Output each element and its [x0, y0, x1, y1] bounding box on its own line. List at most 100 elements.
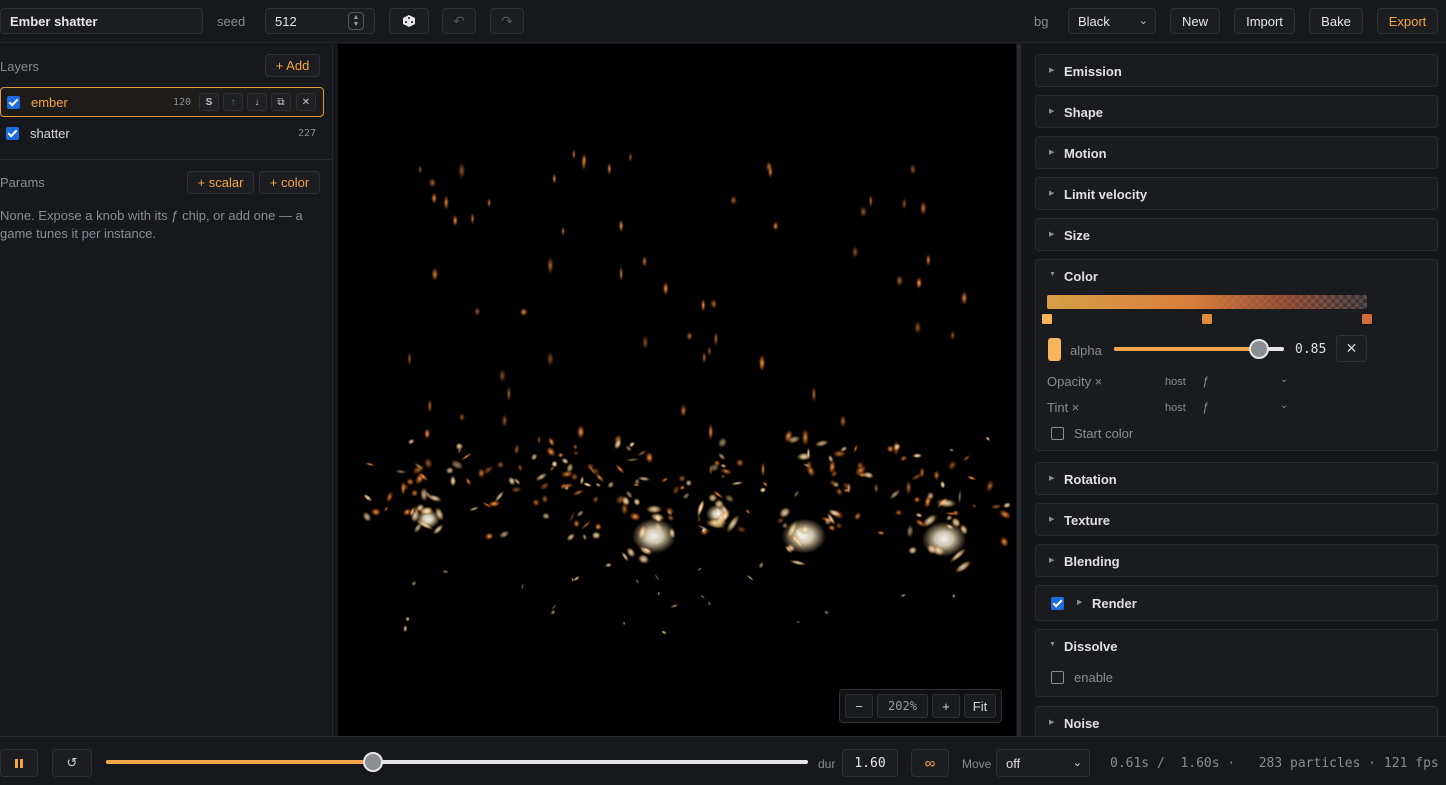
zoom-in-button[interactable]: +	[932, 694, 960, 718]
restart-button[interactable]: ↺	[52, 749, 92, 777]
module-label[interactable]: Color	[1064, 269, 1098, 284]
module-render[interactable]: ▶ Render	[1035, 585, 1438, 621]
loop-toggle[interactable]: ∞	[911, 749, 949, 777]
function-icon[interactable]: ƒ	[1202, 374, 1209, 388]
particle	[760, 461, 766, 478]
zoom-out-button[interactable]: −	[845, 694, 873, 718]
seed-stepper-icon[interactable]: ▲ ▼	[348, 12, 364, 30]
particle	[619, 265, 624, 282]
layer-row-ember[interactable]: ember 120 S ↑ ↓ ⧉ ✕	[0, 87, 324, 117]
solo-layer-button[interactable]: S	[199, 93, 219, 111]
module-label[interactable]: Dissolve	[1064, 639, 1117, 654]
pause-button[interactable]	[0, 749, 38, 777]
layer-visible-checkbox[interactable]	[6, 127, 19, 140]
module-rotation[interactable]: ▶ Rotation	[1035, 462, 1438, 495]
particle	[535, 472, 548, 482]
caret-down-icon[interactable]: ▼	[1049, 641, 1056, 648]
dissolve-enable-checkbox[interactable]	[1051, 671, 1064, 684]
particle	[868, 194, 873, 208]
stop-color-swatch[interactable]	[1048, 338, 1061, 361]
particle	[468, 506, 480, 512]
module-size[interactable]: ▶ Size	[1035, 218, 1438, 251]
scrollbar[interactable]	[1017, 44, 1021, 736]
duration-label: dur	[818, 757, 836, 771]
particle	[947, 459, 957, 471]
timeline-handle[interactable]	[362, 752, 383, 772]
effect-title-input[interactable]: Ember shatter	[0, 8, 203, 34]
particle	[915, 512, 923, 518]
particle	[847, 482, 851, 495]
module-texture[interactable]: ▶ Texture	[1035, 503, 1438, 536]
layer-row-shatter[interactable]: shatter 227	[0, 119, 324, 149]
new-button[interactable]: New	[1170, 8, 1220, 34]
module-shape[interactable]: ▶ Shape	[1035, 95, 1438, 128]
particle	[682, 492, 690, 500]
fit-button[interactable]: Fit	[964, 694, 996, 718]
duration-input[interactable]: 1.60	[842, 749, 898, 777]
seed-input[interactable]: 512 ▲ ▼	[265, 8, 375, 34]
particle	[546, 256, 554, 275]
module-motion[interactable]: ▶ Motion	[1035, 136, 1438, 169]
particle	[484, 532, 494, 541]
particle	[582, 533, 588, 541]
caret-right-icon: ▶	[1049, 475, 1055, 482]
start-color-checkbox[interactable]	[1051, 427, 1064, 440]
particle	[772, 221, 779, 232]
preview-viewport[interactable]: − 202% + Fit	[338, 44, 1016, 736]
move-select[interactable]: off ⌄	[996, 749, 1090, 777]
import-button[interactable]: Import	[1234, 8, 1295, 34]
opacity-row: Opacity × host ƒ ⌄	[1047, 374, 1367, 392]
duplicate-icon[interactable]: ⧉	[271, 93, 291, 111]
alpha-slider[interactable]	[1114, 339, 1284, 359]
gradient-stop-handle[interactable]	[1041, 313, 1053, 325]
export-button[interactable]: Export	[1377, 8, 1438, 34]
remove-stop-button[interactable]: ✕	[1336, 335, 1367, 362]
background-value: Black	[1078, 13, 1110, 29]
particle	[735, 458, 745, 468]
particle	[894, 509, 903, 516]
top-toolbar: Ember shatter seed 512 ▲ ▼ ↶ ↷ bg Black ⌄…	[0, 0, 1446, 43]
background-select[interactable]: Black ⌄	[1068, 8, 1156, 34]
chevron-down-icon[interactable]: ⌄	[1280, 400, 1288, 411]
particle	[442, 569, 449, 574]
randomize-seed-button[interactable]	[389, 8, 429, 34]
module-limit-velocity[interactable]: ▶ Limit velocity	[1035, 177, 1438, 210]
move-down-icon[interactable]: ↓	[247, 93, 267, 111]
timeline-slider[interactable]	[106, 752, 808, 772]
chevron-down-icon[interactable]: ⌄	[1280, 374, 1288, 385]
color-gradient-bar[interactable]	[1047, 295, 1367, 309]
render-enable-checkbox[interactable]	[1051, 597, 1064, 610]
redo-button[interactable]: ↷	[490, 8, 524, 34]
undo-button[interactable]: ↶	[442, 8, 476, 34]
module-emission[interactable]: ▶ Emission	[1035, 54, 1438, 87]
function-icon[interactable]: ƒ	[1202, 400, 1209, 414]
add-layer-button[interactable]: + Add	[265, 54, 320, 77]
module-noise[interactable]: ▶ Noise	[1035, 706, 1438, 736]
particle	[576, 509, 585, 518]
particle	[835, 487, 843, 496]
caret-right-icon: ▶	[1077, 599, 1083, 606]
particle	[949, 330, 956, 341]
dissolve-enable-label: enable	[1074, 670, 1114, 685]
alpha-label: alpha	[1070, 343, 1102, 358]
gradient-stop-handle[interactable]	[1201, 313, 1213, 325]
module-blending[interactable]: ▶ Blending	[1035, 544, 1438, 577]
particle	[431, 192, 438, 204]
caret-down-icon[interactable]: ▼	[1049, 271, 1056, 278]
opacity-source[interactable]: host	[1165, 376, 1186, 388]
particle	[758, 354, 766, 372]
add-color-button[interactable]: + color	[259, 171, 320, 194]
delete-layer-icon[interactable]: ✕	[296, 93, 316, 111]
move-label: Move	[962, 757, 992, 771]
move-up-icon[interactable]: ↑	[223, 93, 243, 111]
bake-button[interactable]: Bake	[1309, 8, 1363, 34]
particle	[913, 496, 921, 504]
layer-visible-checkbox[interactable]	[7, 96, 20, 109]
add-scalar-button[interactable]: + scalar	[187, 171, 254, 194]
left-panel: Layers + Add ember 120 S ↑ ↓ ⧉ ✕ shatter…	[0, 44, 333, 736]
gradient-stop-handle[interactable]	[1361, 313, 1373, 325]
particle	[990, 504, 1002, 510]
tint-source[interactable]: host	[1165, 402, 1186, 414]
alpha-slider-handle[interactable]	[1248, 339, 1269, 359]
particle	[595, 482, 602, 488]
